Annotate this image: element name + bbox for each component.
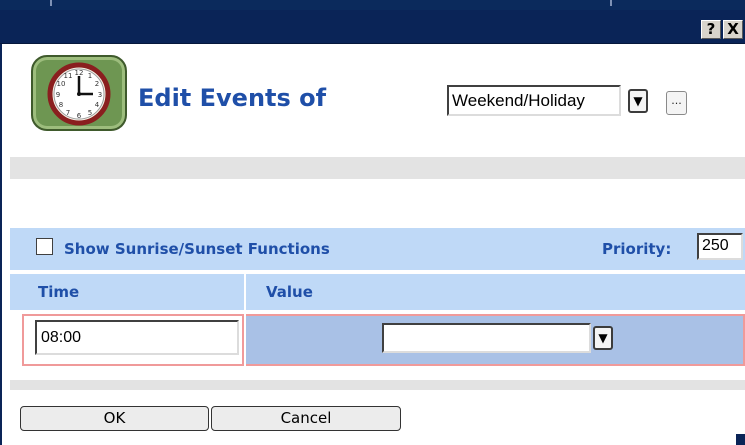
dialog-titlebar — [0, 10, 745, 44]
svg-text:8: 8 — [59, 101, 63, 109]
cancel-button[interactable]: Cancel — [211, 406, 401, 431]
svg-text:1: 1 — [88, 72, 92, 80]
resize-corner — [736, 434, 745, 445]
priority-input[interactable]: 250 — [697, 233, 743, 260]
more-options-button[interactable]: ... — [666, 91, 687, 115]
edit-events-dialog: ? X 12 1 2 3 4 5 6 7 8 9 10 11 Edit Even… — [0, 0, 745, 445]
schedule-select[interactable]: Weekend/Holiday — [447, 85, 621, 116]
table-header-divider — [244, 274, 246, 310]
column-header-value: Value — [266, 283, 313, 301]
svg-text:2: 2 — [95, 80, 99, 88]
separator-band — [10, 157, 745, 179]
dropdown-arrow-icon[interactable]: ▼ — [593, 326, 613, 350]
svg-text:7: 7 — [66, 109, 70, 117]
svg-text:9: 9 — [56, 91, 60, 99]
svg-text:6: 6 — [77, 112, 82, 120]
svg-text:12: 12 — [75, 69, 84, 77]
time-input[interactable]: 08:00 — [35, 320, 239, 355]
value-select[interactable] — [382, 323, 591, 353]
svg-text:5: 5 — [88, 109, 92, 117]
svg-text:11: 11 — [64, 72, 73, 80]
priority-label: Priority: — [602, 240, 672, 258]
ok-button[interactable]: OK — [20, 406, 209, 431]
svg-text:4: 4 — [95, 101, 100, 109]
svg-text:3: 3 — [98, 91, 102, 99]
window-top-strip — [0, 0, 745, 10]
sunrise-sunset-label: Show Sunrise/Sunset Functions — [64, 240, 330, 258]
svg-text:10: 10 — [57, 80, 66, 88]
close-icon[interactable]: X — [723, 20, 743, 39]
table-header-row — [10, 274, 745, 310]
clock-icon: 12 1 2 3 4 5 6 7 8 9 10 11 — [31, 55, 127, 131]
separator-band-bottom — [10, 380, 745, 390]
dropdown-arrow-icon[interactable]: ▼ — [628, 89, 648, 113]
sunrise-sunset-checkbox[interactable] — [36, 238, 53, 255]
help-icon[interactable]: ? — [701, 20, 721, 39]
column-header-time: Time — [38, 283, 80, 301]
dialog-title: Edit Events of — [138, 84, 327, 112]
